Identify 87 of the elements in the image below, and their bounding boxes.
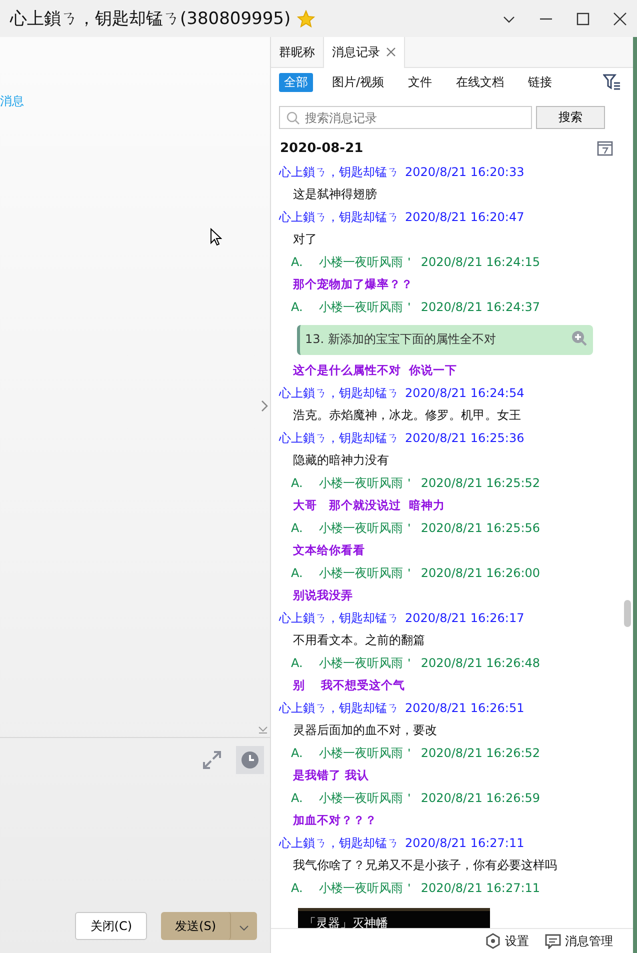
message-time: 2020/8/21 16:26:17 (405, 611, 524, 626)
settings-button[interactable]: 设置 (485, 932, 529, 950)
sender-prefix: A. (291, 255, 303, 270)
filter-tab[interactable]: 全部 (279, 72, 313, 92)
expand-icon[interactable] (202, 750, 222, 770)
sender-name: 小楼一夜听风雨＇ (318, 254, 415, 271)
sender-name: 小楼一夜听风雨＇ (318, 298, 415, 316)
message-time: 2020/8/21 16:26:52 (420, 746, 540, 760)
message-text: 别说我没弄 (292, 587, 354, 604)
sender-prefix: A. (291, 791, 303, 806)
message-text: 对了 (292, 231, 318, 248)
message-time: 2020/8/21 16:25:52 (420, 476, 540, 490)
message-time: 2020/8/21 16:26:48 (420, 656, 540, 670)
mouse-cursor-icon (210, 228, 222, 246)
sender-name: 心上鎖ㄋ，钥匙却锰ㄋ (279, 208, 399, 226)
message-time: 2020/8/21 16:26:00 (420, 566, 540, 580)
message-text: 是我错了 我认 (292, 767, 370, 784)
message-manager-button[interactable]: 消息管理 (545, 932, 613, 950)
sender-prefix: A. (291, 521, 303, 536)
close-icon[interactable] (613, 12, 627, 26)
sender-prefix: A. (291, 656, 303, 670)
caret-icon (239, 924, 249, 930)
close-button[interactable]: 关闭(C) (75, 912, 148, 940)
calendar-icon[interactable] (597, 140, 613, 156)
sender-name: 心上鎖ㄋ，钥匙却锰ㄋ (279, 610, 399, 627)
sender-prefix: A. (291, 566, 303, 580)
filter-tab[interactable]: 图片/视频 (327, 72, 390, 92)
message-time: 2020/8/21 16:20:33 (405, 165, 524, 180)
sender-name: 小楼一夜听风雨＇ (318, 744, 415, 762)
message-time: 2020/8/21 16:27:11 (420, 881, 540, 896)
image-caption: 「灵器」灭神幡 (298, 908, 490, 928)
sender-prefix: A. (291, 300, 303, 314)
sender-name: 心上鎖ㄋ，钥匙却锰ㄋ (279, 834, 399, 852)
settings-icon (485, 933, 501, 949)
message-icon (545, 933, 561, 949)
sender-prefix: A. (291, 746, 303, 760)
message-text: 浩克。赤焰魔神，冰龙。修罗。机甲。女王 (292, 407, 522, 424)
search-icon (286, 111, 300, 125)
message-text: 隐藏的暗神力没有 (292, 452, 390, 470)
message-time: 2020/8/21 16:27:11 (405, 836, 524, 850)
message-text: 这是弑神得翅膀 (292, 186, 378, 204)
filter-tab[interactable]: 链接 (523, 72, 558, 92)
sender-name: 心上鎖ㄋ，钥匙却锰ㄋ (279, 700, 399, 717)
sender-name: 小楼一夜听风雨＇ (318, 790, 415, 807)
message-time: 2020/8/21 16:20:47 (405, 210, 524, 224)
star-icon (296, 10, 315, 28)
clock-icon (241, 751, 259, 769)
filter-tab[interactable]: 在线文档 (451, 72, 510, 92)
message-text: 加血不对？？？ (292, 812, 378, 830)
message-time: 2020/8/21 16:24:54 (405, 386, 524, 400)
sender-name: 心上鎖ㄋ，钥匙却锰ㄋ (279, 384, 399, 402)
history-button[interactable] (236, 746, 264, 774)
maximize-icon[interactable] (576, 12, 590, 26)
message-text: 大哥 那个就没说过 暗神力 (292, 497, 446, 514)
message-text: 别 我不想受这个气 (292, 677, 406, 694)
quoted-message[interactable]: 13. 新添加的宝宝下面的属性全不对 (297, 324, 593, 354)
message-time: 2020/8/21 16:25:56 (420, 521, 540, 536)
message-text: 文本给你看看 (292, 542, 366, 560)
chevron-down-icon[interactable] (258, 726, 268, 734)
message-text: 不用看文本。之前的翻篇 (292, 632, 426, 650)
sender-name: 心上鎖ㄋ，钥匙却锰ㄋ (279, 430, 399, 447)
message-text: 灵器后面加的血不对，要改 (292, 722, 438, 740)
message-time: 2020/8/21 16:26:59 (420, 791, 540, 806)
message-text: 我气你啥了？兄弟又不是小孩子，你有必要这样吗 (292, 857, 558, 874)
message-time: 2020/8/21 16:25:36 (405, 431, 524, 446)
search-button[interactable]: 搜索 (536, 106, 605, 129)
date-heading: 2020-08-21 (280, 140, 364, 156)
message-text: 这个是什么属性不对 你说一下 (292, 362, 458, 380)
sender-name: 小楼一夜听风雨＇ (318, 474, 415, 492)
filter-icon[interactable] (603, 74, 621, 90)
sender-name: 小楼一夜听风雨＇ (318, 880, 415, 897)
filter-tab[interactable]: 文件 (403, 72, 438, 92)
sender-name: 心上鎖ㄋ，钥匙却锰ㄋ (279, 164, 399, 181)
sender-prefix: A. (291, 881, 303, 896)
sender-name: 小楼一夜听风雨＇ (318, 564, 415, 582)
tab[interactable]: 消息记录 (324, 37, 405, 68)
message-text: 那个宠物加了爆率？？ (292, 276, 414, 294)
sender-prefix: A. (291, 476, 303, 490)
sender-name: 小楼一夜听风雨＇ (318, 520, 415, 537)
message-time: 2020/8/21 16:26:51 (405, 701, 524, 716)
window-title: 心上鎖ㄋ，钥匙却锰ㄋ(380809995) (10, 8, 291, 30)
search-field[interactable]: 搜索消息记录 (279, 106, 532, 129)
scrollbar-thumb[interactable] (624, 600, 631, 627)
message-time: 2020/8/21 16:24:15 (420, 255, 540, 270)
sender-name: 小楼一夜听风雨＇ (318, 654, 415, 672)
chevron-right-icon[interactable] (261, 400, 269, 412)
message-time: 2020/8/21 16:24:37 (420, 300, 540, 314)
